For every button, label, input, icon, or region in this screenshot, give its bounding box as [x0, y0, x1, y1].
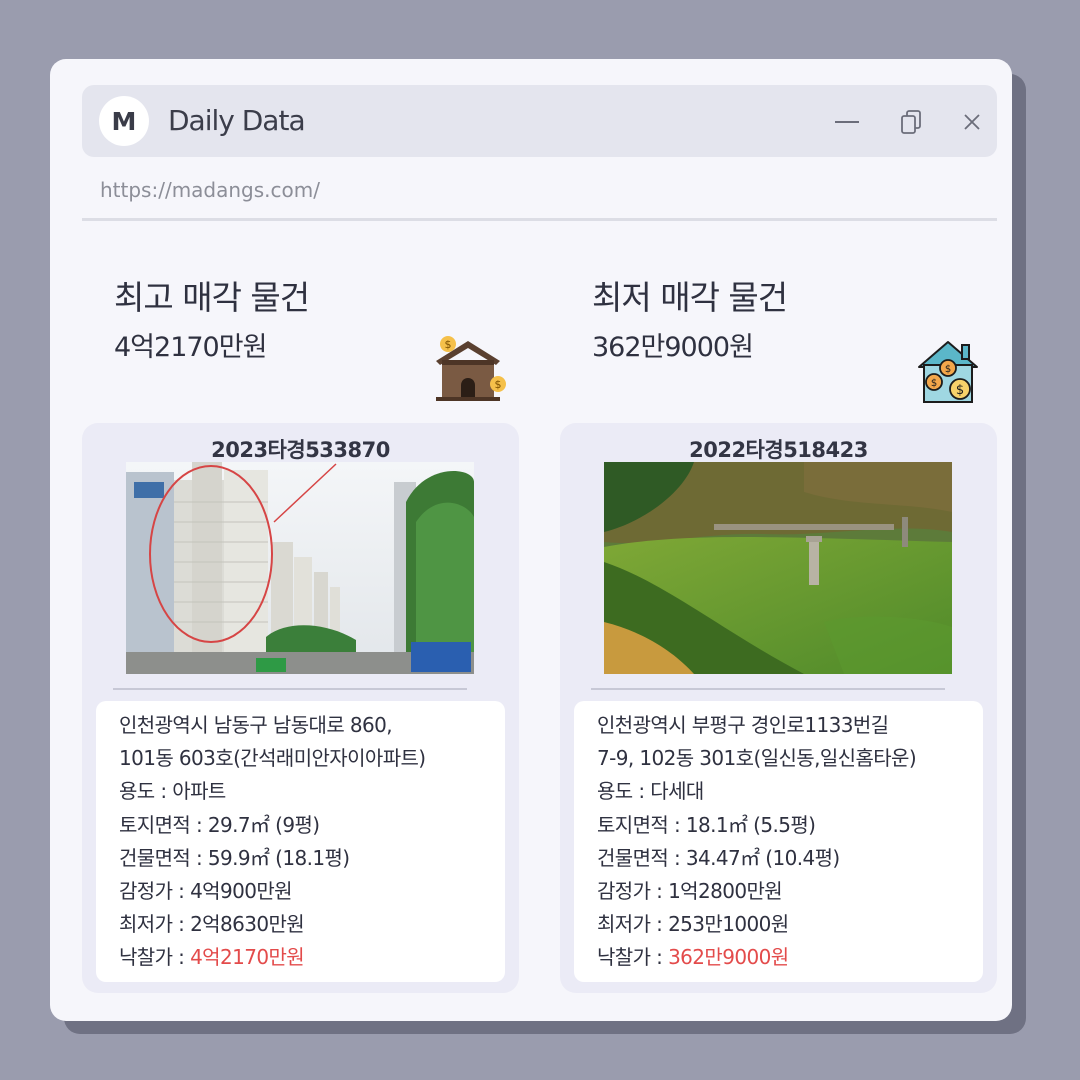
card-divider: [113, 688, 467, 690]
appraisal-label: 감정가 :: [119, 879, 191, 904]
minimum-price-row: 최저가 : 2억8630만원: [119, 908, 505, 941]
app-title: Daily Data: [168, 104, 306, 137]
address-line-2: 7-9, 102동 301호(일신동,일신홈타운): [597, 746, 917, 771]
lowest-property-card[interactable]: 2022타경518423 인천광역시 부평구 경인로1133번길 7-9, 10…: [560, 423, 997, 993]
house-coins-icon: $ $ $: [916, 337, 980, 409]
close-icon: [964, 114, 980, 130]
usage-label: 용도 :: [119, 779, 173, 804]
lowest-price: 362만9000원: [592, 332, 754, 363]
highest-property-card[interactable]: 2023타경533870 인천광역시 남동구 남동대로 860, 101동 60…: [82, 423, 519, 993]
lowest-heading: 최저 매각 물건: [592, 278, 788, 317]
appraisal-row: 감정가 : 4억900만원: [119, 875, 505, 908]
usage-label: 용도 :: [597, 779, 651, 804]
property-info-panel: 인천광역시 남동구 남동대로 860, 101동 603호(간석래미안자이아파트…: [96, 701, 505, 982]
appraisal-label: 감정가 :: [597, 879, 669, 904]
land-area-value: 18.1㎡ (5.5평): [685, 812, 816, 837]
appraisal-value: 4억900만원: [190, 879, 293, 904]
address-line-1: 인천광역시 남동구 남동대로 860,: [119, 713, 393, 737]
building-area-value: 34.47㎡ (10.4평): [685, 845, 840, 870]
usage-value: 아파트: [172, 779, 226, 804]
winning-bid-value: 4억2170만원: [190, 945, 305, 970]
apartment-photo: [126, 462, 474, 674]
usage-row: 용도 : 아파트: [119, 775, 505, 808]
highest-price: 4억2170만원: [114, 332, 267, 363]
land-area-label: 토지면적 :: [119, 812, 208, 837]
winning-bid-label: 낙찰가 :: [597, 945, 669, 970]
minimize-icon: [835, 121, 859, 123]
land-area-label: 토지면적 :: [597, 812, 686, 837]
winning-bid-label: 낙찰가 :: [119, 945, 191, 970]
usage-value: 다세대: [650, 779, 704, 804]
minimize-button[interactable]: [832, 107, 862, 137]
land-area-value: 29.7㎡ (9평): [207, 812, 320, 837]
building-area-row: 건물면적 : 59.9㎡ (18.1평): [119, 842, 505, 875]
url-text[interactable]: https://madangs.com/: [100, 178, 320, 202]
restore-button[interactable]: [897, 107, 927, 137]
minimum-price-label: 최저가 :: [597, 912, 669, 937]
app-window: M Daily Data https://madangs.com/ 최고 매각 …: [50, 59, 1012, 1021]
close-button[interactable]: [957, 107, 987, 137]
building-area-value: 59.9㎡ (18.1평): [207, 845, 350, 870]
minimum-price-label: 최저가 :: [119, 912, 191, 937]
land-area-row: 토지면적 : 18.1㎡ (5.5평): [597, 809, 983, 842]
address-line-1: 인천광역시 부평구 경인로1133번길: [597, 713, 889, 737]
title-bar: M Daily Data: [82, 85, 997, 157]
svg-text:$: $: [956, 383, 964, 398]
building-area-row: 건물면적 : 34.47㎡ (10.4평): [597, 842, 983, 875]
address-line-2: 101동 603호(간석래미안자이아파트): [119, 746, 426, 771]
minimum-price-value: 2억8630만원: [190, 912, 305, 937]
building-area-label: 건물면적 :: [119, 845, 208, 870]
winning-bid-row: 낙찰가 : 362만9000원: [597, 941, 983, 974]
property-info-panel: 인천광역시 부평구 경인로1133번길 7-9, 102동 301호(일신동,일…: [574, 701, 983, 982]
case-number: 2022타경518423: [689, 438, 868, 462]
usage-row: 용도 : 다세대: [597, 775, 983, 808]
minimum-price-row: 최저가 : 253만1000원: [597, 908, 983, 941]
svg-text:$: $: [445, 338, 452, 351]
url-divider: [82, 218, 997, 221]
land-area-row: 토지면적 : 29.7㎡ (9평): [119, 809, 505, 842]
highest-heading: 최고 매각 물건: [114, 278, 310, 317]
case-number: 2023타경533870: [211, 438, 390, 462]
svg-text:$: $: [931, 378, 937, 389]
restore-icon: [901, 110, 921, 134]
house-money-icon: $ $: [432, 331, 508, 411]
app-avatar: M: [99, 96, 149, 146]
winning-bid-value: 362만9000원: [668, 945, 789, 970]
land-photo: [604, 462, 952, 674]
minimum-price-value: 253만1000원: [668, 912, 789, 937]
appraisal-row: 감정가 : 1억2800만원: [597, 875, 983, 908]
svg-text:$: $: [495, 378, 502, 391]
card-divider: [591, 688, 945, 690]
winning-bid-row: 낙찰가 : 4억2170만원: [119, 941, 505, 974]
building-area-label: 건물면적 :: [597, 845, 686, 870]
svg-text:$: $: [945, 364, 951, 375]
appraisal-value: 1억2800만원: [668, 879, 783, 904]
